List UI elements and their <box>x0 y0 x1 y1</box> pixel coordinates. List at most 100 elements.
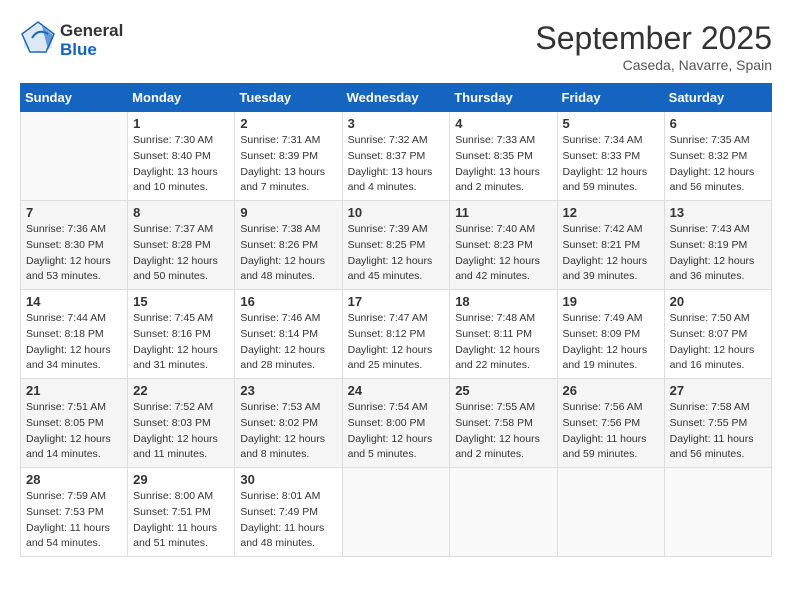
day-info: Sunrise: 7:54 AMSunset: 8:00 PMDaylight:… <box>348 400 445 463</box>
day-number: 1 <box>133 116 229 131</box>
calendar-cell: 5Sunrise: 7:34 AMSunset: 8:33 PMDaylight… <box>557 112 664 201</box>
calendar-cell: 15 Sunrise: 7:45 AMSunset: 8:16 PMDayligh… <box>128 290 235 379</box>
calendar-week-row: 1 Sunrise: 7:30 AMSunset: 8:40 PMDaylight… <box>21 112 772 201</box>
calendar-cell: 30 Sunrise: 8:01 AMSunset: 7:49 PMDayligh… <box>235 468 342 557</box>
calendar-week-row: 28Sunrise: 7:59 AMSunset: 7:53 PMDayligh… <box>21 468 772 557</box>
calendar-cell: 16 Sunrise: 7:46 AMSunset: 8:14 PMDayligh… <box>235 290 342 379</box>
day-info: Sunrise: 8:00 AMSunset: 7:51 PMDaylight:… <box>133 489 229 552</box>
day-number: 10 <box>348 205 445 220</box>
day-info: Sunrise: 7:33 AMSunset: 8:35 PMDaylight:… <box>455 133 551 196</box>
day-info: Sunrise: 7:58 AMSunset: 7:55 PMDaylight:… <box>670 400 766 463</box>
day-number: 11 <box>455 205 551 220</box>
calendar-cell: 4 Sunrise: 7:33 AMSunset: 8:35 PMDaylight… <box>450 112 557 201</box>
calendar-week-row: 14Sunrise: 7:44 AMSunset: 8:18 PMDayligh… <box>21 290 772 379</box>
header-monday: Monday <box>128 84 235 112</box>
header-thursday: Thursday <box>450 84 557 112</box>
calendar-cell: 14Sunrise: 7:44 AMSunset: 8:18 PMDayligh… <box>21 290 128 379</box>
title-block: September 2025 Caseda, Navarre, Spain <box>535 20 772 73</box>
day-info: Sunrise: 7:51 AMSunset: 8:05 PMDaylight:… <box>26 400 122 463</box>
calendar-cell: 1 Sunrise: 7:30 AMSunset: 8:40 PMDaylight… <box>128 112 235 201</box>
day-number: 12 <box>563 205 659 220</box>
day-number: 9 <box>240 205 336 220</box>
day-info: Sunrise: 7:56 AMSunset: 7:56 PMDaylight:… <box>563 400 659 463</box>
calendar-cell: 18Sunrise: 7:48 AMSunset: 8:11 PMDayligh… <box>450 290 557 379</box>
calendar-cell: 22 Sunrise: 7:52 AMSunset: 8:03 PMDayligh… <box>128 379 235 468</box>
day-number: 19 <box>563 294 659 309</box>
day-number: 20 <box>670 294 766 309</box>
day-number: 28 <box>26 472 122 487</box>
day-number: 4 <box>455 116 551 131</box>
calendar-header-row: SundayMondayTuesdayWednesdayThursdayFrid… <box>21 84 772 112</box>
day-number: 29 <box>133 472 229 487</box>
logo-image <box>20 20 56 61</box>
day-number: 7 <box>26 205 122 220</box>
calendar-cell: 11 Sunrise: 7:40 AMSunset: 8:23 PMDayligh… <box>450 201 557 290</box>
calendar-cell <box>450 468 557 557</box>
calendar-cell: 2Sunrise: 7:31 AMSunset: 8:39 PMDaylight… <box>235 112 342 201</box>
day-info: Sunrise: 8:01 AMSunset: 7:49 PMDaylight:… <box>240 489 336 552</box>
day-number: 27 <box>670 383 766 398</box>
day-info: Sunrise: 7:43 AMSunset: 8:19 PMDaylight:… <box>670 222 766 285</box>
month-title: September 2025 <box>535 20 772 57</box>
day-info: Sunrise: 7:49 AMSunset: 8:09 PMDaylight:… <box>563 311 659 374</box>
page-header: General Blue September 2025 Caseda, Nava… <box>20 20 772 73</box>
calendar-cell: 10 Sunrise: 7:39 AMSunset: 8:25 PMDayligh… <box>342 201 450 290</box>
calendar-cell: 12 Sunrise: 7:42 AMSunset: 8:21 PMDayligh… <box>557 201 664 290</box>
day-info: Sunrise: 7:32 AMSunset: 8:37 PMDaylight:… <box>348 133 445 196</box>
calendar-cell: 17 Sunrise: 7:47 AMSunset: 8:12 PMDayligh… <box>342 290 450 379</box>
day-info: Sunrise: 7:50 AMSunset: 8:07 PMDaylight:… <box>670 311 766 374</box>
calendar-cell: 24 Sunrise: 7:54 AMSunset: 8:00 PMDayligh… <box>342 379 450 468</box>
day-info: Sunrise: 7:45 AMSunset: 8:16 PMDaylight:… <box>133 311 229 374</box>
calendar-cell: 8Sunrise: 7:37 AMSunset: 8:28 PMDaylight… <box>128 201 235 290</box>
location: Caseda, Navarre, Spain <box>535 57 772 73</box>
day-info: Sunrise: 7:55 AMSunset: 7:58 PMDaylight:… <box>455 400 551 463</box>
day-number: 15 <box>133 294 229 309</box>
calendar-cell: 13 Sunrise: 7:43 AMSunset: 8:19 PMDayligh… <box>664 201 771 290</box>
calendar-cell: 19 Sunrise: 7:49 AMSunset: 8:09 PMDayligh… <box>557 290 664 379</box>
header-saturday: Saturday <box>664 84 771 112</box>
calendar-cell: 21 Sunrise: 7:51 AMSunset: 8:05 PMDayligh… <box>21 379 128 468</box>
day-info: Sunrise: 7:52 AMSunset: 8:03 PMDaylight:… <box>133 400 229 463</box>
day-number: 25 <box>455 383 551 398</box>
calendar-cell: 3Sunrise: 7:32 AMSunset: 8:37 PMDaylight… <box>342 112 450 201</box>
day-number: 17 <box>348 294 445 309</box>
day-info: Sunrise: 7:48 AMSunset: 8:11 PMDaylight:… <box>455 311 551 374</box>
calendar-cell: 23 Sunrise: 7:53 AMSunset: 8:02 PMDayligh… <box>235 379 342 468</box>
day-info: Sunrise: 7:30 AMSunset: 8:40 PMDaylight:… <box>133 133 229 196</box>
day-info: Sunrise: 7:39 AMSunset: 8:25 PMDaylight:… <box>348 222 445 285</box>
header-tuesday: Tuesday <box>235 84 342 112</box>
day-number: 14 <box>26 294 122 309</box>
day-number: 23 <box>240 383 336 398</box>
calendar-cell: 29 Sunrise: 8:00 AMSunset: 7:51 PMDayligh… <box>128 468 235 557</box>
day-number: 22 <box>133 383 229 398</box>
day-info: Sunrise: 7:47 AMSunset: 8:12 PMDaylight:… <box>348 311 445 374</box>
day-info: Sunrise: 7:42 AMSunset: 8:21 PMDaylight:… <box>563 222 659 285</box>
calendar-table: SundayMondayTuesdayWednesdayThursdayFrid… <box>20 83 772 557</box>
day-number: 30 <box>240 472 336 487</box>
header-wednesday: Wednesday <box>342 84 450 112</box>
day-number: 13 <box>670 205 766 220</box>
calendar-cell: 20 Sunrise: 7:50 AMSunset: 8:07 PMDayligh… <box>664 290 771 379</box>
day-number: 6 <box>670 116 766 131</box>
calendar-cell: 27 Sunrise: 7:58 AMSunset: 7:55 PMDayligh… <box>664 379 771 468</box>
day-info: Sunrise: 7:38 AMSunset: 8:26 PMDaylight:… <box>240 222 336 285</box>
day-info: Sunrise: 7:36 AMSunset: 8:30 PMDaylight:… <box>26 222 122 285</box>
day-number: 5 <box>563 116 659 131</box>
day-number: 24 <box>348 383 445 398</box>
calendar-week-row: 7 Sunrise: 7:36 AMSunset: 8:30 PMDaylight… <box>21 201 772 290</box>
day-number: 8 <box>133 205 229 220</box>
logo-general: General <box>60 22 123 41</box>
day-info: Sunrise: 7:53 AMSunset: 8:02 PMDaylight:… <box>240 400 336 463</box>
calendar-cell: 7 Sunrise: 7:36 AMSunset: 8:30 PMDaylight… <box>21 201 128 290</box>
logo-blue: Blue <box>60 41 123 60</box>
logo-text: General Blue <box>60 22 123 59</box>
day-number: 26 <box>563 383 659 398</box>
calendar-week-row: 21 Sunrise: 7:51 AMSunset: 8:05 PMDayligh… <box>21 379 772 468</box>
calendar-cell: 9 Sunrise: 7:38 AMSunset: 8:26 PMDaylight… <box>235 201 342 290</box>
header-sunday: Sunday <box>21 84 128 112</box>
day-number: 16 <box>240 294 336 309</box>
calendar-cell <box>21 112 128 201</box>
day-info: Sunrise: 7:40 AMSunset: 8:23 PMDaylight:… <box>455 222 551 285</box>
day-number: 21 <box>26 383 122 398</box>
day-info: Sunrise: 7:46 AMSunset: 8:14 PMDaylight:… <box>240 311 336 374</box>
